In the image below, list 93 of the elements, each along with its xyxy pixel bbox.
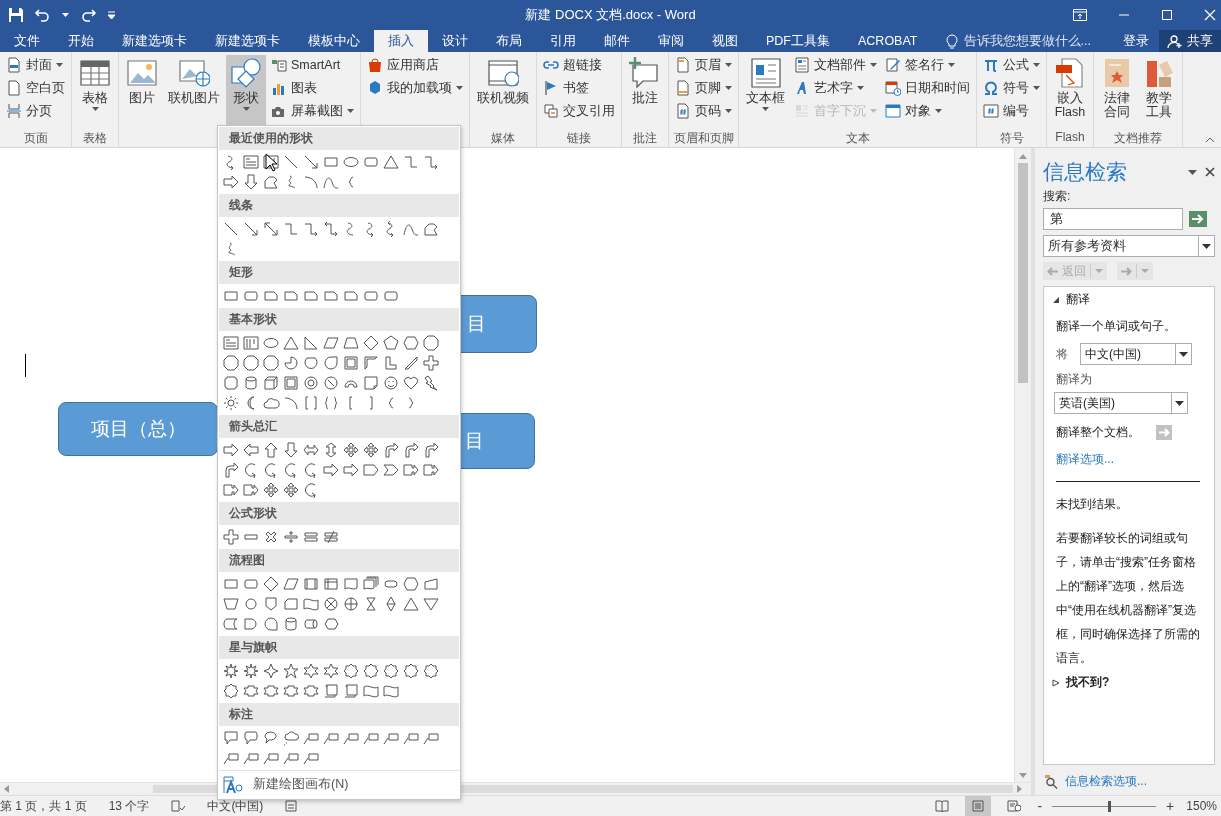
target-language-dropdown[interactable]: 英语(美国) xyxy=(1054,392,1188,414)
ribbon-tab[interactable]: 邮件 xyxy=(590,30,644,52)
group-label: 页面 xyxy=(23,131,48,145)
ribbon-button[interactable]: 艺术字 xyxy=(791,78,880,98)
ribbon-button[interactable]: 联机图片 xyxy=(164,55,224,127)
ribbon-button[interactable]: 书签 xyxy=(540,78,618,98)
pane-title: 信息检索 xyxy=(1043,159,1127,185)
group-label: 页眉和页脚 xyxy=(673,131,734,145)
ribbon-button[interactable]: 超链接 xyxy=(540,55,618,75)
research-options-link[interactable]: 信息检索选项... xyxy=(1065,772,1147,790)
section-title[interactable]: 找不到? xyxy=(1066,674,1110,691)
from-label: 将 xyxy=(1056,345,1068,363)
ribbon-tab[interactable]: ACROBAT xyxy=(844,30,932,52)
group-label: 符号 xyxy=(999,131,1024,145)
section-title[interactable]: 翻译 xyxy=(1066,291,1090,308)
ribbon-button[interactable]: SmartArt xyxy=(268,55,357,75)
ribbon-tab[interactable]: 插入 xyxy=(374,30,428,52)
section-heading: 箭头总汇 xyxy=(229,418,277,435)
sign-in-link[interactable]: 登录 xyxy=(1123,32,1159,50)
search-label: 搜索: xyxy=(1043,188,1072,205)
to-label: 翻译为 xyxy=(1056,371,1093,388)
ribbon-button[interactable]: 编号 xyxy=(980,101,1043,121)
section-heading: 矩形 xyxy=(229,264,253,281)
ribbon-button[interactable]: 图片 xyxy=(122,55,162,127)
ribbon-button[interactable]: 文本框 xyxy=(742,55,789,127)
ribbon-button[interactable]: 屏幕截图 xyxy=(268,101,357,121)
group-label: 表格 xyxy=(83,131,107,145)
ribbon-tab[interactable]: 视图 xyxy=(698,30,752,52)
section-heading: 基本形状 xyxy=(229,311,277,328)
group-label: 文档推荐 xyxy=(1114,131,1162,145)
ribbon-button[interactable]: 对象 xyxy=(882,101,973,121)
language-indicator[interactable]: 中文(中国) xyxy=(207,797,264,815)
search-field[interactable]: 第 xyxy=(1043,208,1183,230)
ribbon-tab[interactable]: 开始 xyxy=(54,30,108,52)
new-canvas-item[interactable]: 新建绘图画布(N) xyxy=(253,776,349,793)
ribbon-button[interactable]: 表格 xyxy=(75,55,115,127)
ribbon-tab[interactable]: 文件 xyxy=(0,30,54,52)
ribbon-button[interactable]: 公式 xyxy=(980,55,1043,75)
ribbon-button[interactable]: 应用商店 xyxy=(364,55,466,75)
ribbon-button[interactable]: 页码 xyxy=(672,101,735,121)
ribbon-button[interactable]: 我的加载项 xyxy=(364,78,466,98)
process-box: 项目（总） xyxy=(58,402,218,456)
section-heading: 线条 xyxy=(229,197,253,214)
ribbon-button[interactable]: 法律 合同 xyxy=(1097,55,1137,127)
window-title: 新建 DOCX 文档.docx - Word xyxy=(524,6,697,24)
ribbon-tab[interactable]: PDF工具集 xyxy=(752,30,844,52)
ribbon-button[interactable]: 分页 xyxy=(3,101,68,121)
page-count[interactable]: 第 1 页，共 1 页 xyxy=(0,797,87,815)
zoom-level[interactable]: 150% xyxy=(1186,799,1221,813)
ribbon-tab[interactable]: 新建选项卡 xyxy=(201,30,294,52)
ribbon-button[interactable]: 空白页 xyxy=(3,78,68,98)
ribbon-button[interactable]: 日期和时间 xyxy=(882,78,973,98)
group-label: 链接 xyxy=(567,131,591,145)
ribbon-button[interactable]: 文档部件 xyxy=(791,55,880,75)
translate-intro: 翻译一个单词或句子。 xyxy=(1056,318,1177,335)
zoom-out-button[interactable]: - xyxy=(1037,798,1043,814)
section-heading: 标注 xyxy=(229,706,253,723)
translation-options-link[interactable]: 翻译选项... xyxy=(1056,451,1206,468)
ribbon-tab[interactable]: 引用 xyxy=(536,30,590,52)
group-label: Flash xyxy=(1055,130,1085,144)
section-heading: 公式形状 xyxy=(229,505,277,522)
ribbon-button[interactable]: 教学 工具 xyxy=(1139,55,1179,127)
tell-me-field[interactable]: 告诉我您想要做什么... xyxy=(945,30,1091,52)
zoom-in-button[interactable]: + xyxy=(1166,798,1175,814)
group-label: 媒体 xyxy=(491,131,515,145)
translate-document-label: 翻译整个文档。 xyxy=(1056,424,1140,441)
ribbon-button[interactable]: 形状 xyxy=(226,55,266,127)
ribbon-button[interactable]: 嵌入 Flash xyxy=(1050,55,1090,127)
section-heading: 流程图 xyxy=(229,552,265,569)
ribbon-button[interactable]: 页脚 xyxy=(672,78,735,98)
source-dropdown[interactable]: 所有参考资料 xyxy=(1043,235,1215,257)
ribbon-button[interactable]: 页眉 xyxy=(672,55,735,75)
hint-paragraph: 若要翻译较长的词组或句子，请单击“搜索”任务窗格上的“翻译”选项，然后选中“使用在线机器翻译”复选框，同时确保选择了所需的语言。 xyxy=(1056,530,1201,667)
ribbon-tab[interactable]: 审阅 xyxy=(644,30,698,52)
group-label: 批注 xyxy=(633,131,657,145)
source-language-dropdown[interactable]: 中文(中国) xyxy=(1080,343,1192,365)
share-button[interactable]: 共享 xyxy=(1159,30,1221,52)
ribbon-tab[interactable]: 设计 xyxy=(428,30,482,52)
section-heading: 星与旗帜 xyxy=(229,639,277,656)
section-heading: 最近使用的形状 xyxy=(229,130,313,147)
ribbon-button[interactable]: 符号 xyxy=(980,78,1043,98)
ribbon-button[interactable]: 批注 xyxy=(625,55,665,127)
ribbon-button[interactable]: 签名行 xyxy=(882,55,973,75)
no-results-message: 未找到结果。 xyxy=(1056,496,1129,513)
group-label: 文本 xyxy=(845,131,870,145)
ribbon-button[interactable]: 封面 xyxy=(3,55,68,75)
ribbon-button[interactable]: 联机视频 xyxy=(473,55,533,127)
ribbon-button[interactable]: 图表 xyxy=(268,78,357,98)
word-count[interactable]: 13 个字 xyxy=(108,797,150,815)
ribbon-tab[interactable]: 新建选项卡 xyxy=(108,30,201,52)
ribbon-tab[interactable]: 模板中心 xyxy=(294,30,374,52)
ribbon-button[interactable]: 交叉引用 xyxy=(540,101,618,121)
ribbon-tab[interactable]: 布局 xyxy=(482,30,536,52)
